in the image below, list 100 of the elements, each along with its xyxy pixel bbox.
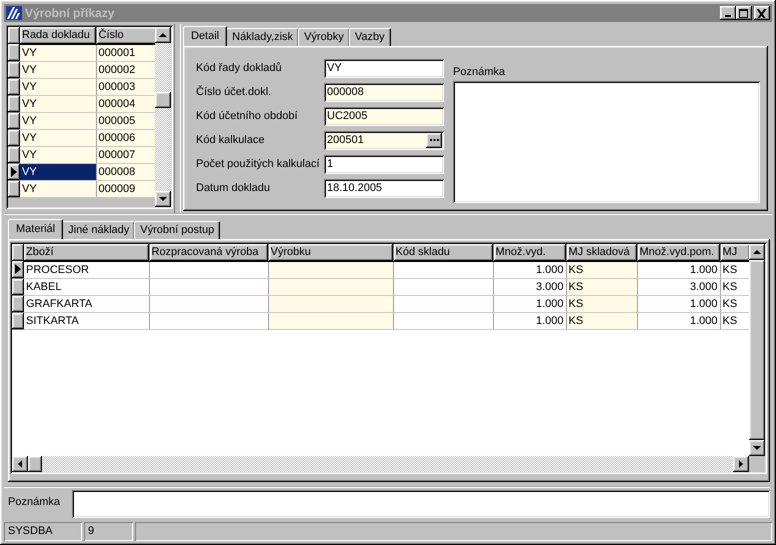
- row-indicator[interactable]: [8, 44, 20, 61]
- close-icon: [757, 8, 767, 18]
- table-cell: 1.000: [637, 312, 720, 329]
- table-cell: VY: [20, 112, 96, 129]
- maximize-button[interactable]: [736, 6, 752, 20]
- scrollbar-corner: [749, 456, 765, 472]
- table-cell: KS: [566, 278, 637, 295]
- row-indicator[interactable]: [8, 180, 20, 197]
- input-field[interactable]: 200501: [324, 130, 444, 150]
- input-field[interactable]: 1: [324, 154, 444, 174]
- table-cell: 000003: [96, 78, 155, 95]
- table-cell: 1.000: [637, 261, 720, 278]
- input-field[interactable]: 000008: [324, 82, 444, 102]
- table-cell: 000007: [96, 146, 155, 163]
- tab[interactable]: Výrobky: [298, 28, 350, 46]
- table-cell: VY: [20, 44, 96, 61]
- scroll-thumb[interactable]: [155, 92, 171, 108]
- table-cell: VY: [20, 78, 96, 95]
- row-indicator[interactable]: [8, 112, 20, 129]
- tab[interactable]: Vazby: [348, 28, 391, 46]
- table-cell: KABEL: [24, 278, 149, 295]
- note-label: Poznámka: [8, 496, 61, 508]
- arrow-left-icon: [18, 460, 22, 468]
- scroll-thumb[interactable]: [749, 260, 765, 440]
- scroll-up-button[interactable]: [155, 27, 171, 43]
- scroll-down-button[interactable]: [155, 191, 171, 207]
- column-header[interactable]: MJ: [720, 244, 749, 261]
- table-cell: 000009: [96, 180, 155, 197]
- tab[interactable]: Materiál: [8, 219, 64, 239]
- table-cell: 1.000: [493, 295, 566, 312]
- table-cell: VY: [20, 146, 96, 163]
- column-header[interactable]: Zboží: [24, 244, 149, 261]
- column-header[interactable]: Množ.vyd.pom.: [637, 244, 720, 261]
- scroll-down-button[interactable]: [749, 440, 765, 456]
- column-header[interactable]: Rada dokladu: [20, 27, 96, 44]
- row-indicator[interactable]: [8, 95, 20, 112]
- table-cell: VY: [20, 95, 96, 112]
- close-button[interactable]: [754, 6, 770, 20]
- row-indicator[interactable]: [8, 129, 20, 146]
- arrow-up-icon: [753, 250, 761, 254]
- row-indicator[interactable]: [12, 261, 24, 278]
- row-indicator[interactable]: [8, 61, 20, 78]
- table-cell: KS: [566, 295, 637, 312]
- row-indicator[interactable]: [8, 163, 20, 180]
- field-label: Počet použitých kalkulací: [195, 158, 321, 170]
- table-cell: GRAFKARTA: [24, 295, 149, 312]
- column-header[interactable]: Výrobku: [268, 244, 393, 261]
- note-field[interactable]: [72, 490, 770, 518]
- table-cell: VY: [20, 61, 96, 78]
- table-cell: VY: [20, 180, 96, 197]
- field-label: Kód řady dokladů: [195, 62, 283, 74]
- table-cell: 3.000: [637, 278, 720, 295]
- column-header[interactable]: MJ skladová: [566, 244, 637, 261]
- tab[interactable]: Náklady,zisk: [226, 28, 300, 46]
- scroll-up-button[interactable]: [749, 244, 765, 260]
- field-label: Kód kalkulace: [195, 134, 266, 146]
- arrow-right-icon: [739, 460, 743, 468]
- table-cell: 000005: [96, 112, 155, 129]
- table-cell: KS: [566, 261, 637, 278]
- row-indicator[interactable]: [12, 295, 24, 312]
- ellipsis-icon: [430, 138, 438, 142]
- note-label: Poznámka: [453, 66, 505, 78]
- input-field[interactable]: VY: [324, 58, 444, 78]
- table-cell: SITKARTA: [24, 312, 149, 329]
- column-header[interactable]: Rozpracovaná výroba: [149, 244, 268, 261]
- lookup-button[interactable]: [426, 132, 442, 148]
- input-field[interactable]: UC2005: [324, 106, 444, 126]
- table-cell: 000004: [96, 95, 155, 112]
- table-cell: VY: [20, 129, 96, 146]
- table-cell: 000001: [96, 44, 155, 61]
- tab[interactable]: Detail: [183, 26, 228, 46]
- tab[interactable]: Jiné náklady: [62, 221, 136, 239]
- vertical-scrollbar[interactable]: [749, 244, 765, 456]
- row-indicator[interactable]: [12, 312, 24, 329]
- splitter[interactable]: [174, 24, 181, 213]
- horizontal-scrollbar[interactable]: [12, 456, 749, 472]
- table-cell: 000006: [96, 129, 155, 146]
- note-field[interactable]: [453, 81, 760, 203]
- table-cell: 1.000: [493, 261, 566, 278]
- scroll-left-button[interactable]: [12, 456, 28, 472]
- table-cell: 000002: [96, 61, 155, 78]
- table-cell: 3.000: [493, 278, 566, 295]
- tab[interactable]: Výrobní postup: [134, 221, 220, 239]
- minimize-button[interactable]: [720, 6, 736, 20]
- row-indicator[interactable]: [12, 278, 24, 295]
- vertical-scrollbar[interactable]: [155, 27, 171, 207]
- scroll-thumb[interactable]: [28, 456, 42, 472]
- column-header[interactable]: Číslo: [96, 27, 155, 44]
- input-field[interactable]: 18.10.2005: [324, 178, 444, 198]
- scroll-right-button[interactable]: [733, 456, 749, 472]
- column-header[interactable]: Množ.vyd.: [493, 244, 566, 261]
- arrow-up-icon: [159, 33, 167, 37]
- status-panel: 9: [84, 522, 133, 541]
- column-header[interactable]: Kód skladu: [393, 244, 493, 261]
- header-corner: [12, 244, 24, 261]
- table-cell: KS: [566, 312, 637, 329]
- table-cell: 000008: [96, 163, 155, 180]
- row-indicator[interactable]: [8, 78, 20, 95]
- row-indicator[interactable]: [8, 146, 20, 163]
- field-label: Kód účetního období: [195, 110, 299, 122]
